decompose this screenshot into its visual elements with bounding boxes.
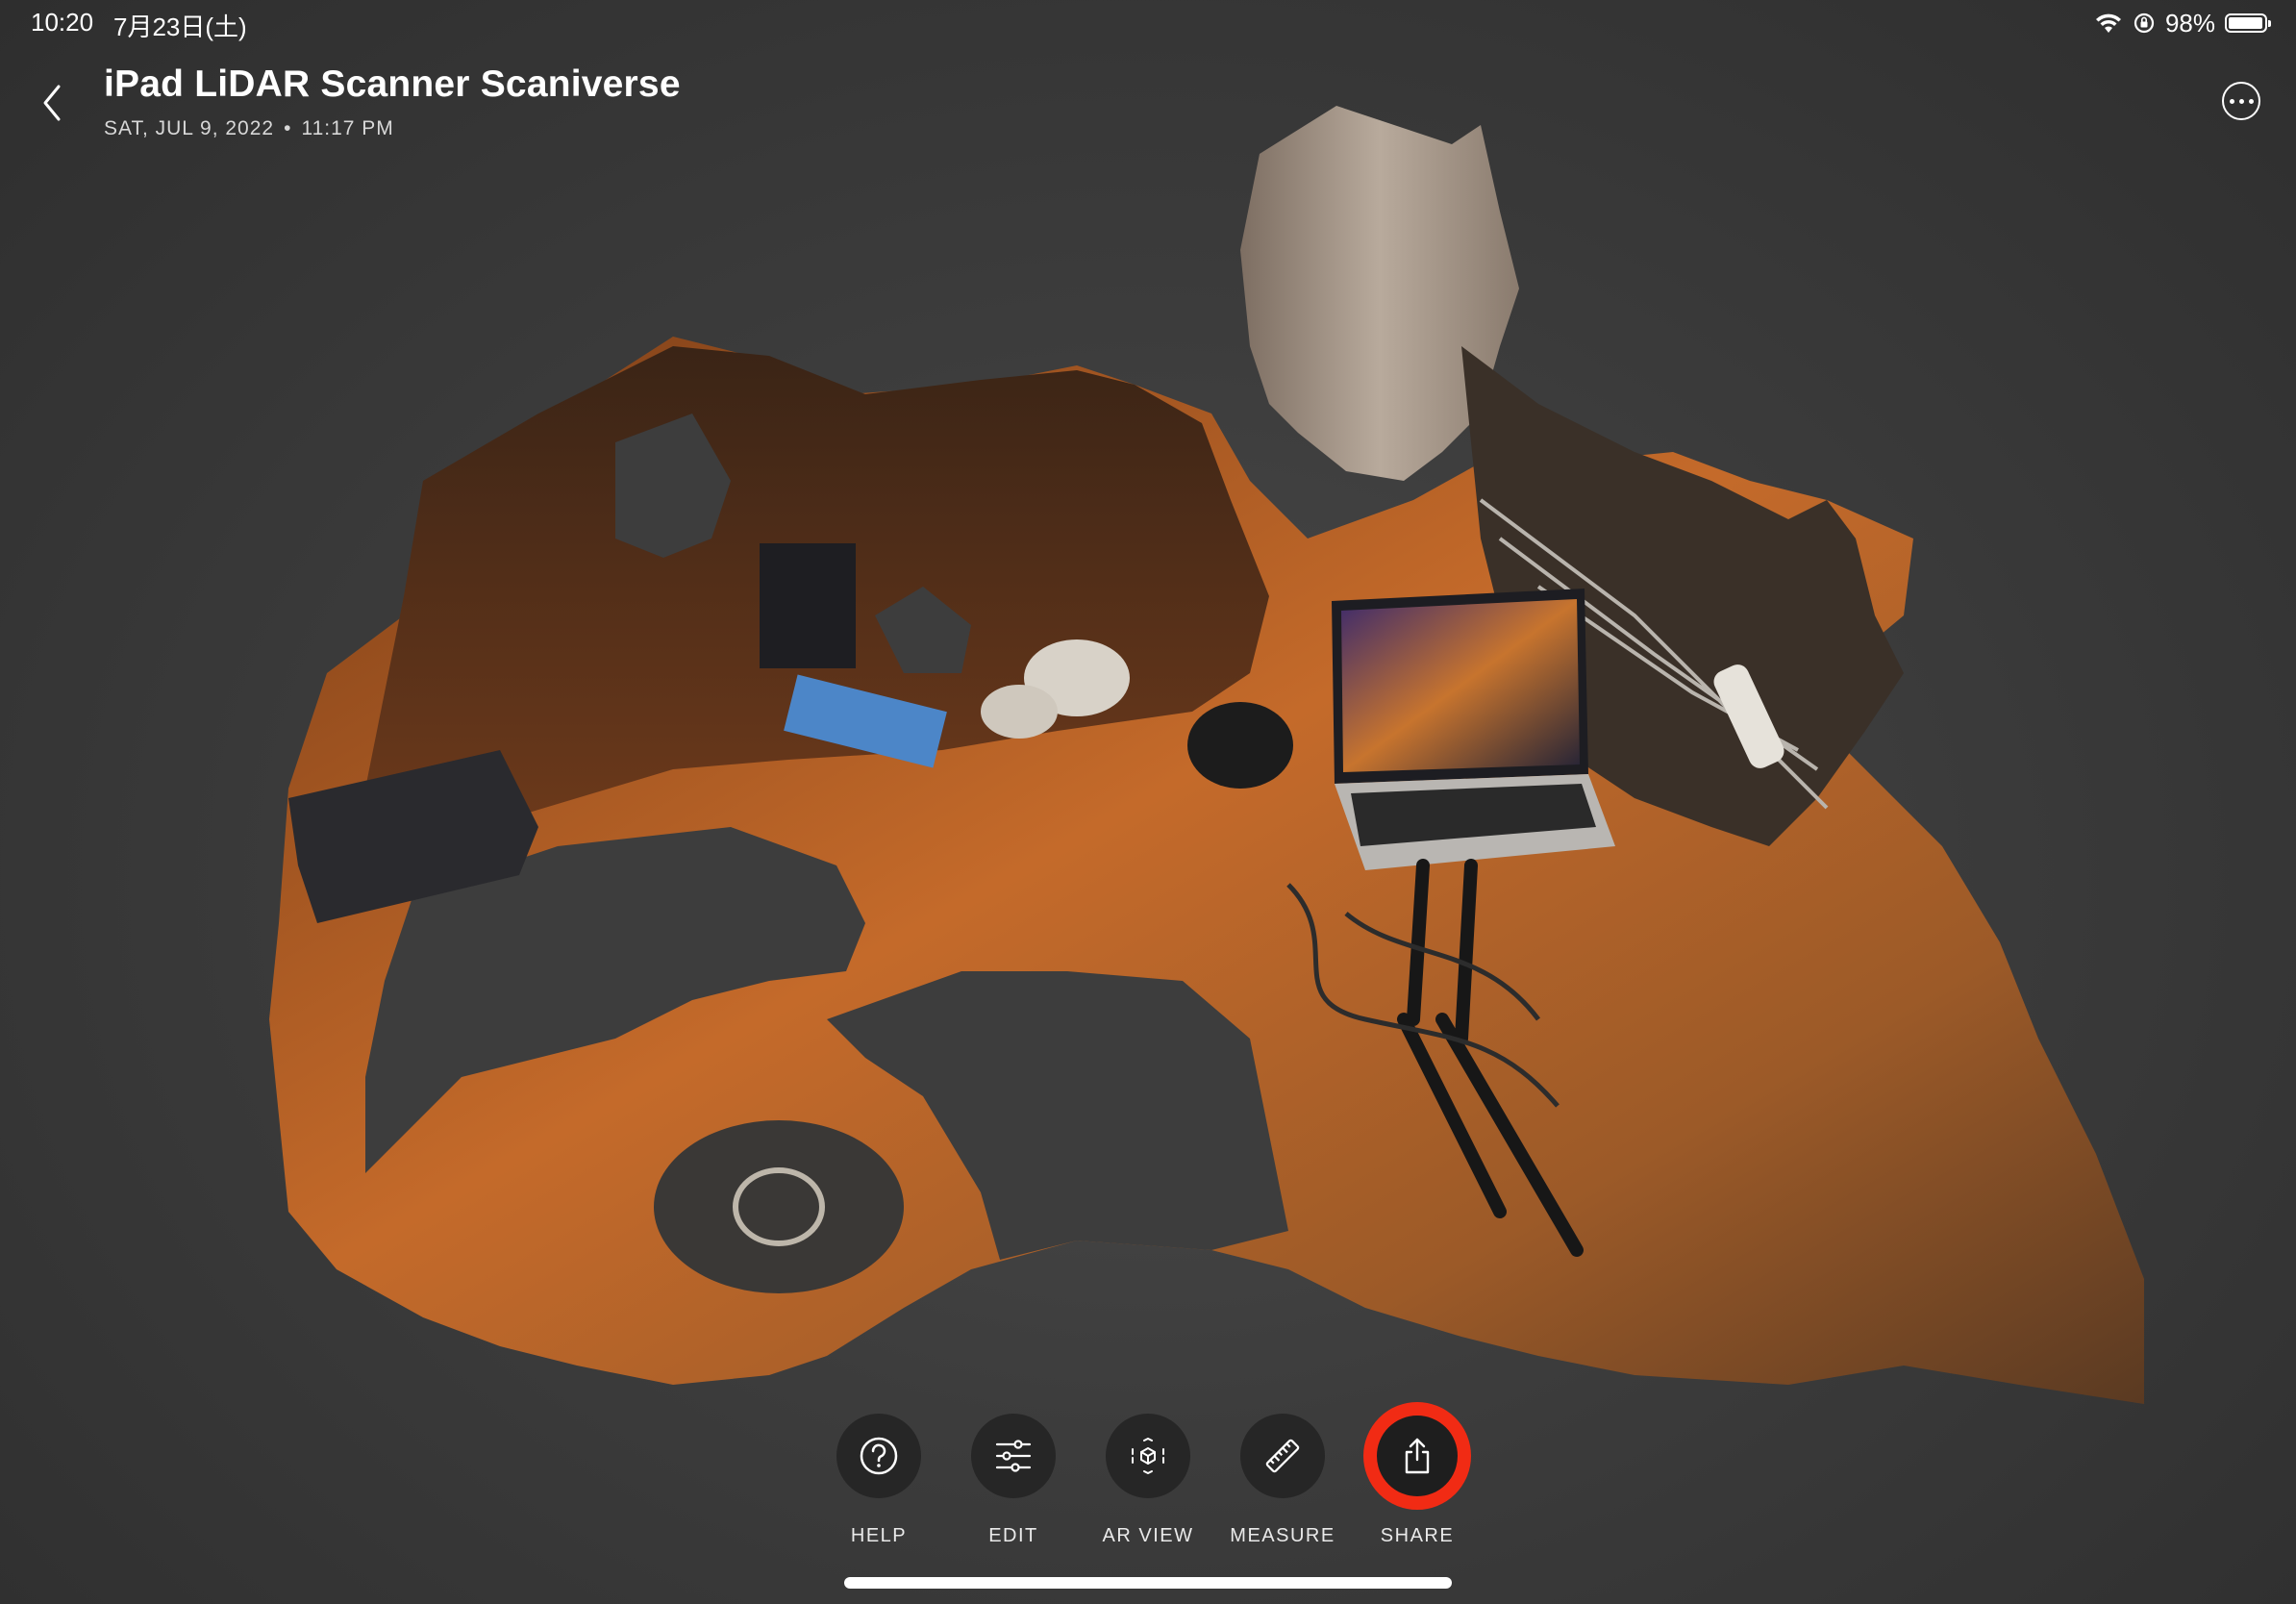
ar-cube-icon: [1132, 1438, 1164, 1474]
share-icon: [1405, 1438, 1430, 1474]
wifi-icon: [2095, 13, 2121, 33]
help-label: HELP: [850, 1525, 908, 1546]
scan-cushion: [654, 1120, 904, 1293]
status-bar: 10:20 7月23日(土) 98%: [0, 0, 2296, 48]
battery-percent: 98%: [2164, 8, 2215, 38]
status-time: 10:20: [31, 8, 94, 37]
scan-3d-viewport[interactable]: [0, 96, 2296, 1423]
question-mark-icon: [860, 1437, 898, 1475]
battery-icon: [2225, 13, 2271, 33]
scan-white-object-2: [981, 685, 1058, 739]
scan-dark-box: [760, 543, 856, 668]
status-date: 7月23日(土): [113, 13, 247, 41]
measure-label: MEASURE: [1230, 1525, 1335, 1546]
ruler-icon: [1265, 1439, 1300, 1473]
ar-view-button[interactable]: AR VIEW: [1103, 1414, 1192, 1547]
status-right: 98%: [2094, 8, 2271, 38]
share-button[interactable]: SHARE: [1363, 1402, 1471, 1547]
help-button-circle[interactable]: [836, 1414, 921, 1498]
battery-fill: [2229, 17, 2263, 29]
ar-view-label: AR VIEW: [1102, 1525, 1194, 1546]
measure-button[interactable]: MEASURE: [1230, 1414, 1334, 1547]
edit-button-circle[interactable]: [971, 1414, 1056, 1498]
orientation-lock-icon: [2134, 13, 2155, 34]
measure-button-circle[interactable]: [1240, 1414, 1325, 1498]
sliders-icon: [995, 1440, 1032, 1472]
share-button-circle[interactable]: [1363, 1402, 1471, 1510]
edit-label: EDIT: [988, 1525, 1038, 1546]
bottom-toolbar: HELP EDIT AR VIEW MEASURE SHARE: [0, 1402, 2296, 1547]
edit-button[interactable]: EDIT: [971, 1414, 1056, 1547]
help-button[interactable]: HELP: [836, 1414, 921, 1547]
home-indicator[interactable]: [844, 1577, 1452, 1589]
scan-cylinder: [1187, 702, 1293, 789]
scan-laptop-display: [1341, 599, 1580, 772]
share-label: SHARE: [1380, 1525, 1455, 1546]
ar-view-button-circle[interactable]: [1106, 1414, 1190, 1498]
